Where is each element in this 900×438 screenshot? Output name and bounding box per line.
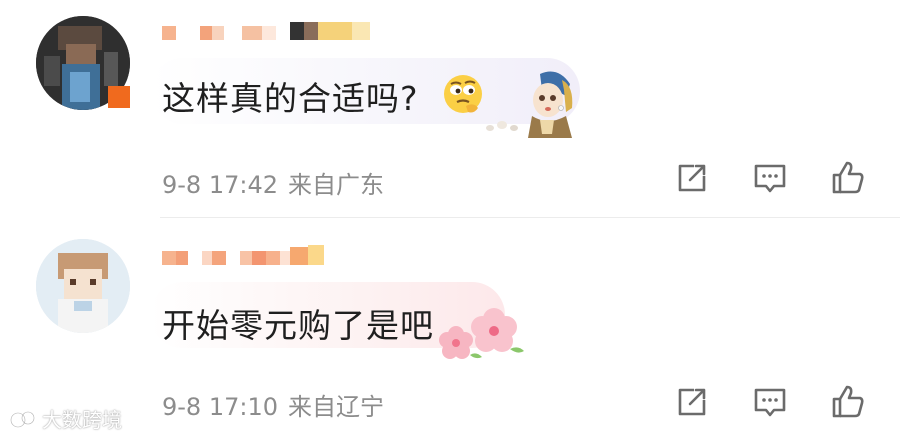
username-blurred[interactable] xyxy=(162,245,324,271)
watermark: 大数跨境 xyxy=(8,404,122,433)
comment-actions xyxy=(672,158,872,198)
comment-date: 9-8 17:42 xyxy=(162,171,278,199)
like-icon[interactable] xyxy=(828,158,868,198)
comment-date: 9-8 17:10 xyxy=(162,393,278,421)
comment-item: 开始零元购了是吧 9-8 17:10 来自辽宁 xyxy=(0,219,900,438)
cherry-blossom-emoji-icon xyxy=(439,308,524,359)
avatar[interactable] xyxy=(36,239,130,333)
like-icon[interactable] xyxy=(828,382,868,422)
watermark-text: 大数跨境 xyxy=(42,408,122,432)
vip-badge-icon xyxy=(108,86,130,108)
comment-location: 来自辽宁 xyxy=(288,393,384,421)
comment-icon[interactable] xyxy=(750,382,790,422)
username-blurred[interactable] xyxy=(162,20,370,46)
watermark-logo-icon xyxy=(9,410,36,428)
comment-item: 这样真的合适吗? 9-8 17:42 来自广东 xyxy=(0,0,900,218)
comment-icon[interactable] xyxy=(750,158,790,198)
comment-location: 来自广东 xyxy=(288,171,384,199)
comment-text[interactable]: 这样真的合适吗? xyxy=(162,72,419,120)
comment-meta: 9-8 17:10 来自辽宁 xyxy=(162,387,384,422)
girl-with-pearl-earring-sticker-icon xyxy=(486,71,573,138)
divider xyxy=(160,217,900,218)
comment-text[interactable]: 开始零元购了是吧 xyxy=(162,299,434,347)
comment-meta: 9-8 17:42 来自广东 xyxy=(162,165,384,200)
share-icon[interactable] xyxy=(672,382,712,422)
comment-actions xyxy=(672,382,872,422)
share-icon[interactable] xyxy=(672,158,712,198)
